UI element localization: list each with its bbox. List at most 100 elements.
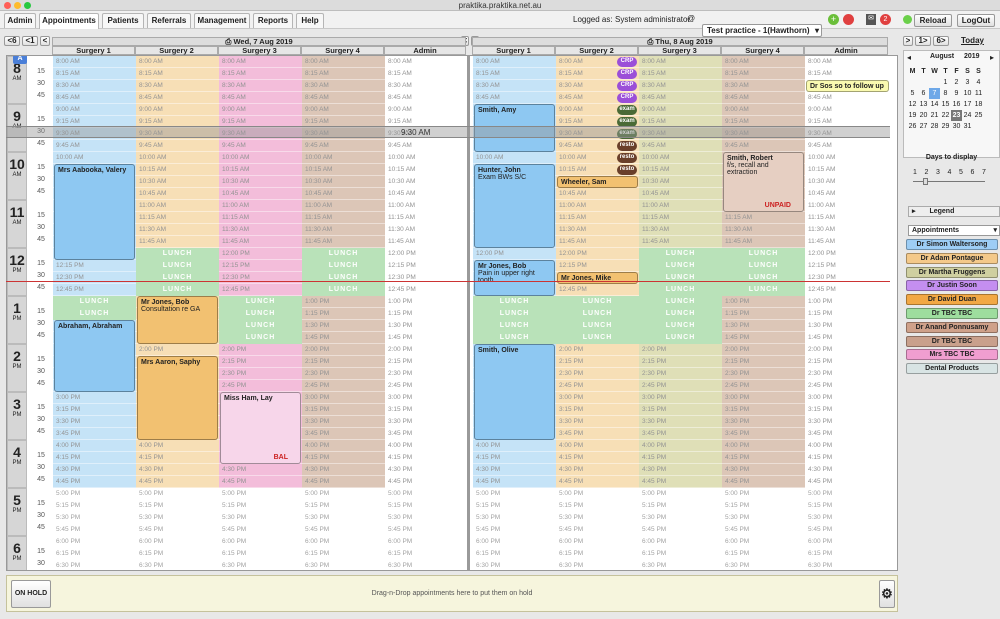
calendar-day[interactable]: 22: [940, 110, 951, 121]
calendar-day[interactable]: 16: [951, 99, 962, 110]
time-slot[interactable]: 10:15 AM: [219, 164, 302, 176]
time-slot[interactable]: 5:15 PM: [53, 500, 136, 512]
appointment-type-tag[interactable]: resto: [617, 153, 637, 163]
time-slot[interactable]: 6:30 PM: [219, 560, 302, 570]
time-slot[interactable]: 3:00 PM: [805, 392, 888, 404]
time-slot[interactable]: 4:15 PM: [302, 452, 385, 464]
time-slot[interactable]: 4:30 PM: [219, 464, 302, 476]
time-slot[interactable]: 12:00 PM: [219, 248, 302, 260]
time-slot[interactable]: 11:45 AM: [302, 236, 385, 248]
time-slot[interactable]: 6:00 PM: [219, 536, 302, 548]
time-slot[interactable]: 2:45 PM: [805, 380, 888, 392]
time-slot[interactable]: 8:00 AM: [53, 56, 136, 68]
time-slot[interactable]: 8:30 AM: [639, 80, 722, 92]
time-slot[interactable]: 11:30 AM: [219, 224, 302, 236]
calendar-day[interactable]: 12: [907, 99, 918, 110]
time-slot[interactable]: 8:15 AM: [53, 68, 136, 80]
time-slot[interactable]: 4:00 PM: [136, 440, 219, 452]
calendar-day[interactable]: 26: [907, 121, 918, 132]
time-slot[interactable]: 5:45 PM: [219, 524, 302, 536]
calendar-day[interactable]: 15: [940, 99, 951, 110]
appointment-type-tag[interactable]: resto: [617, 165, 637, 175]
time-slot[interactable]: 6:30 PM: [639, 560, 722, 570]
time-slot[interactable]: 2:30 PM: [722, 368, 805, 380]
time-slot[interactable]: 6:30 PM: [556, 560, 639, 570]
time-slot[interactable]: 9:45 AM: [53, 140, 136, 152]
time-slot[interactable]: 11:15 AM: [639, 212, 722, 224]
time-slot[interactable]: 11:15 AM: [385, 212, 468, 224]
time-slot[interactable]: 2:15 PM: [385, 356, 468, 368]
calendar-day[interactable]: 14: [929, 99, 940, 110]
tab-appointments[interactable]: Appointments: [39, 13, 99, 29]
time-slot[interactable]: 2:30 PM: [556, 368, 639, 380]
time-slot[interactable]: 6:15 PM: [805, 548, 888, 560]
time-slot[interactable]: 9:00 AM: [805, 104, 888, 116]
time-slot[interactable]: 9:45 AM: [385, 140, 468, 152]
time-slot[interactable]: 4:30 PM: [302, 464, 385, 476]
time-slot[interactable]: 6:15 PM: [219, 548, 302, 560]
appointments-select[interactable]: Appointments ▾: [908, 225, 1000, 236]
time-slot[interactable]: 5:45 PM: [385, 524, 468, 536]
time-slot[interactable]: 3:00 PM: [722, 392, 805, 404]
time-slot[interactable]: 5:45 PM: [53, 524, 136, 536]
time-slot[interactable]: 8:00 AM: [805, 56, 888, 68]
time-slot[interactable]: 8:30 AM: [302, 80, 385, 92]
time-slot[interactable]: 1:15 PM: [805, 308, 888, 320]
time-slot[interactable]: 6:15 PM: [639, 548, 722, 560]
time-slot[interactable]: 6:30 PM: [53, 560, 136, 570]
time-slot[interactable]: 2:45 PM: [556, 380, 639, 392]
time-slot[interactable]: 6:15 PM: [136, 548, 219, 560]
calendar-day[interactable]: 28: [929, 121, 940, 132]
time-slot[interactable]: 4:15 PM: [556, 452, 639, 464]
time-slot[interactable]: 3:30 PM: [302, 416, 385, 428]
time-slot[interactable]: 10:15 AM: [302, 164, 385, 176]
time-slot[interactable]: 8:15 AM: [805, 68, 888, 80]
time-slot[interactable]: 6:30 PM: [805, 560, 888, 570]
time-slot[interactable]: 10:15 AM: [385, 164, 468, 176]
appointment-type-tag[interactable]: CRP: [617, 69, 637, 79]
time-slot[interactable]: 9:45 AM: [722, 140, 805, 152]
time-slot[interactable]: 8:30 AM: [473, 80, 556, 92]
time-slot[interactable]: 4:45 PM: [53, 476, 136, 488]
time-slot[interactable]: 8:00 AM: [473, 56, 556, 68]
calendar-day[interactable]: 9: [951, 88, 962, 99]
time-slot[interactable]: 4:00 PM: [556, 440, 639, 452]
time-slot[interactable]: 12:15 PM: [805, 260, 888, 272]
time-slot[interactable]: 10:45 AM: [219, 188, 302, 200]
time-slot[interactable]: 5:00 PM: [639, 488, 722, 500]
legend-toggle[interactable]: ▸ Legend: [908, 206, 1000, 217]
days-to-display-slider[interactable]: 1 23 45 67: [913, 169, 993, 189]
time-slot[interactable]: 11:00 AM: [805, 200, 888, 212]
appointment[interactable]: Mr Jones, Bob Consultation re GA: [137, 296, 218, 344]
tab-help[interactable]: Help: [296, 13, 324, 28]
time-slot[interactable]: 3:45 PM: [385, 428, 468, 440]
calendar-day[interactable]: 13: [918, 99, 929, 110]
calendar-day[interactable]: 4: [973, 77, 984, 88]
time-slot[interactable]: 2:30 PM: [385, 368, 468, 380]
calendar-day[interactable]: 18: [973, 99, 984, 110]
time-slot[interactable]: 6:15 PM: [473, 548, 556, 560]
time-slot[interactable]: 2:45 PM: [219, 380, 302, 392]
time-slot[interactable]: 9:45 AM: [805, 140, 888, 152]
slider-handle[interactable]: [923, 178, 928, 185]
time-slot[interactable]: 8:30 AM: [53, 80, 136, 92]
time-slot[interactable]: 8:45 AM: [302, 92, 385, 104]
time-slot[interactable]: 1:00 PM: [722, 296, 805, 308]
time-slot[interactable]: 11:00 AM: [136, 200, 219, 212]
time-slot[interactable]: 3:45 PM: [556, 428, 639, 440]
time-slot[interactable]: 6:30 PM: [722, 560, 805, 570]
time-slot[interactable]: 10:30 AM: [219, 176, 302, 188]
logout-button[interactable]: LogOut: [957, 14, 995, 27]
provider-filter[interactable]: Dr Adam Pontague: [906, 252, 998, 264]
time-slot[interactable]: 11:45 AM: [136, 236, 219, 248]
time-slot[interactable]: 6:00 PM: [385, 536, 468, 548]
appointment[interactable]: Mr Jones, BobPain in upper right tooth: [474, 260, 555, 296]
calendar-day[interactable]: 19: [907, 110, 918, 121]
time-slot[interactable]: 11:00 AM: [639, 200, 722, 212]
time-slot[interactable]: 1:00 PM: [805, 296, 888, 308]
time-slot[interactable]: 3:45 PM: [805, 428, 888, 440]
time-slot[interactable]: 1:00 PM: [385, 296, 468, 308]
time-slot[interactable]: 10:15 AM: [136, 164, 219, 176]
time-slot[interactable]: 5:15 PM: [136, 500, 219, 512]
provider-filter[interactable]: Dr Martha Fruggens: [906, 266, 998, 278]
